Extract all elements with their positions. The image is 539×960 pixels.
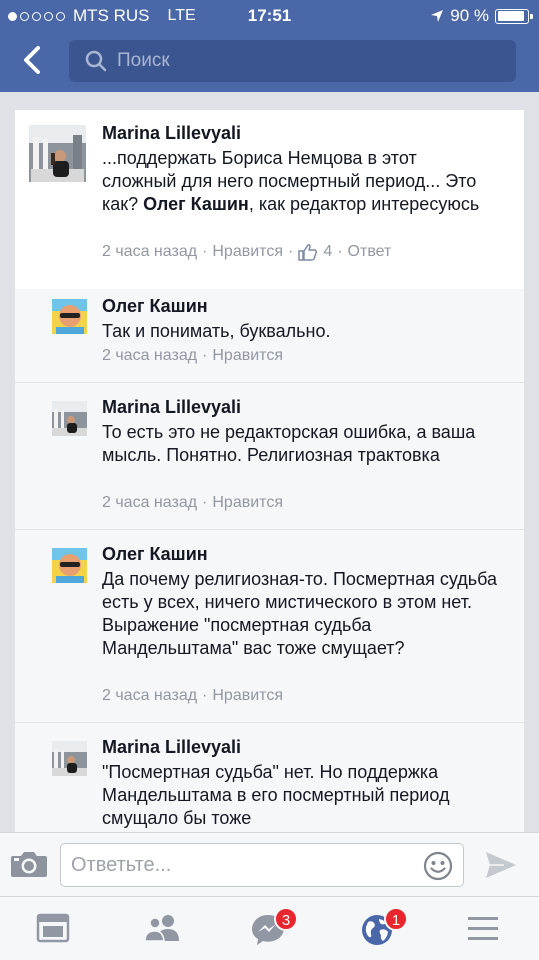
like-button[interactable]: Нравится bbox=[212, 243, 283, 261]
reply-composer: Ответьте... bbox=[0, 832, 539, 896]
back-button[interactable] bbox=[16, 42, 50, 78]
main-comment: Marina Lillevyali ...поддержать Бориса Н… bbox=[15, 110, 524, 289]
reply-text: "Посмертная судьба" нет. Но поддержка Ма… bbox=[102, 762, 450, 828]
messages-badge: 3 bbox=[274, 907, 298, 931]
comment-time[interactable]: 2 часа назад bbox=[102, 243, 197, 261]
status-bar: MTS RUS LTE 17:51 90 % bbox=[0, 0, 539, 32]
reply-item: Олег Кашин Да почему религиозная-то. Пос… bbox=[15, 529, 524, 722]
reply-author[interactable]: Marina Lillevyali bbox=[102, 397, 241, 418]
reply-author[interactable]: Marina Lillevyali bbox=[102, 737, 241, 758]
comment-author[interactable]: Marina Lillevyali bbox=[102, 123, 241, 144]
reply-placeholder: Ответьте... bbox=[71, 854, 172, 876]
notifications-badge: 1 bbox=[384, 907, 408, 931]
send-button[interactable] bbox=[484, 850, 518, 885]
reply-text: Да почему религиозная-то. Посмертная суд… bbox=[102, 569, 498, 658]
camera-icon bbox=[11, 852, 47, 877]
reply-button[interactable]: Ответ bbox=[348, 243, 392, 261]
navigation-header: MTS RUS LTE 17:51 90 % Поиск bbox=[0, 0, 539, 92]
tab-more[interactable] bbox=[466, 913, 506, 947]
search-placeholder: Поиск bbox=[117, 50, 170, 71]
avatar[interactable] bbox=[52, 299, 87, 334]
chevron-left-icon bbox=[24, 46, 40, 74]
tab-bar: 3 1 bbox=[0, 896, 539, 960]
reply-text: То есть это не редакторская ошибка, а ва… bbox=[102, 422, 476, 465]
tab-friend-requests[interactable] bbox=[142, 913, 182, 947]
like-button[interactable]: Нравится bbox=[212, 347, 283, 365]
menu-icon bbox=[468, 917, 498, 940]
battery-percent: 90 % bbox=[450, 6, 489, 25]
likes-count[interactable]: 4 bbox=[323, 243, 332, 261]
reply-item: Marina Lillevyali То есть это не редакто… bbox=[15, 382, 524, 529]
sticker-button[interactable] bbox=[423, 851, 453, 886]
send-arrow-icon bbox=[486, 852, 516, 878]
location-arrow-icon bbox=[431, 10, 444, 22]
friends-icon bbox=[144, 915, 179, 942]
reply-time[interactable]: 2 часа назад bbox=[102, 494, 197, 512]
like-button[interactable]: Нравится bbox=[212, 494, 283, 512]
battery-icon bbox=[495, 8, 533, 24]
camera-button[interactable] bbox=[10, 849, 48, 884]
reply-time[interactable]: 2 часа назад bbox=[102, 347, 197, 365]
like-button[interactable]: Нравится bbox=[212, 687, 283, 705]
avatar[interactable] bbox=[52, 741, 87, 776]
reply-text: Так и понимать, буквально. bbox=[102, 321, 331, 341]
reply-meta: 2 часа назад · Нравится bbox=[102, 347, 283, 365]
reply-item: Олег Кашин Так и понимать, буквально. 2 … bbox=[15, 289, 524, 382]
news-feed-icon bbox=[36, 913, 70, 943]
reply-item: Marina Lillevyali "Посмертная судьба" не… bbox=[15, 722, 524, 832]
reply-author[interactable]: Олег Кашин bbox=[102, 544, 208, 565]
comment-meta: 2 часа назад · Нравится · 4 · Ответ bbox=[102, 243, 392, 261]
smiley-icon bbox=[423, 851, 453, 881]
tab-messages[interactable]: 3 bbox=[250, 907, 298, 947]
comments-thread: Marina Lillevyali ...поддержать Бориса Н… bbox=[15, 110, 524, 832]
avatar[interactable] bbox=[52, 548, 87, 583]
reply-time[interactable]: 2 часа назад bbox=[102, 687, 197, 705]
search-icon bbox=[85, 50, 107, 72]
comment-text: ...поддержать Бориса Немцова в этот слож… bbox=[102, 148, 480, 214]
reply-meta: 2 часа назад · Нравится bbox=[102, 687, 283, 705]
reply-meta: 2 часа назад · Нравится bbox=[102, 494, 283, 512]
replies-list: Олег Кашин Так и понимать, буквально. 2 … bbox=[15, 289, 524, 832]
avatar[interactable] bbox=[52, 401, 87, 436]
reply-author[interactable]: Олег Кашин bbox=[102, 296, 208, 317]
thumbs-up-icon bbox=[298, 244, 318, 261]
battery-info: 90 % bbox=[430, 6, 533, 26]
reply-input[interactable]: Ответьте... bbox=[60, 843, 464, 887]
tab-news-feed[interactable] bbox=[36, 913, 76, 947]
search-bar[interactable]: Поиск bbox=[69, 40, 516, 82]
mention-link[interactable]: Олег Кашин bbox=[143, 194, 249, 214]
tab-notifications[interactable]: 1 bbox=[360, 907, 408, 947]
avatar[interactable] bbox=[29, 125, 86, 182]
